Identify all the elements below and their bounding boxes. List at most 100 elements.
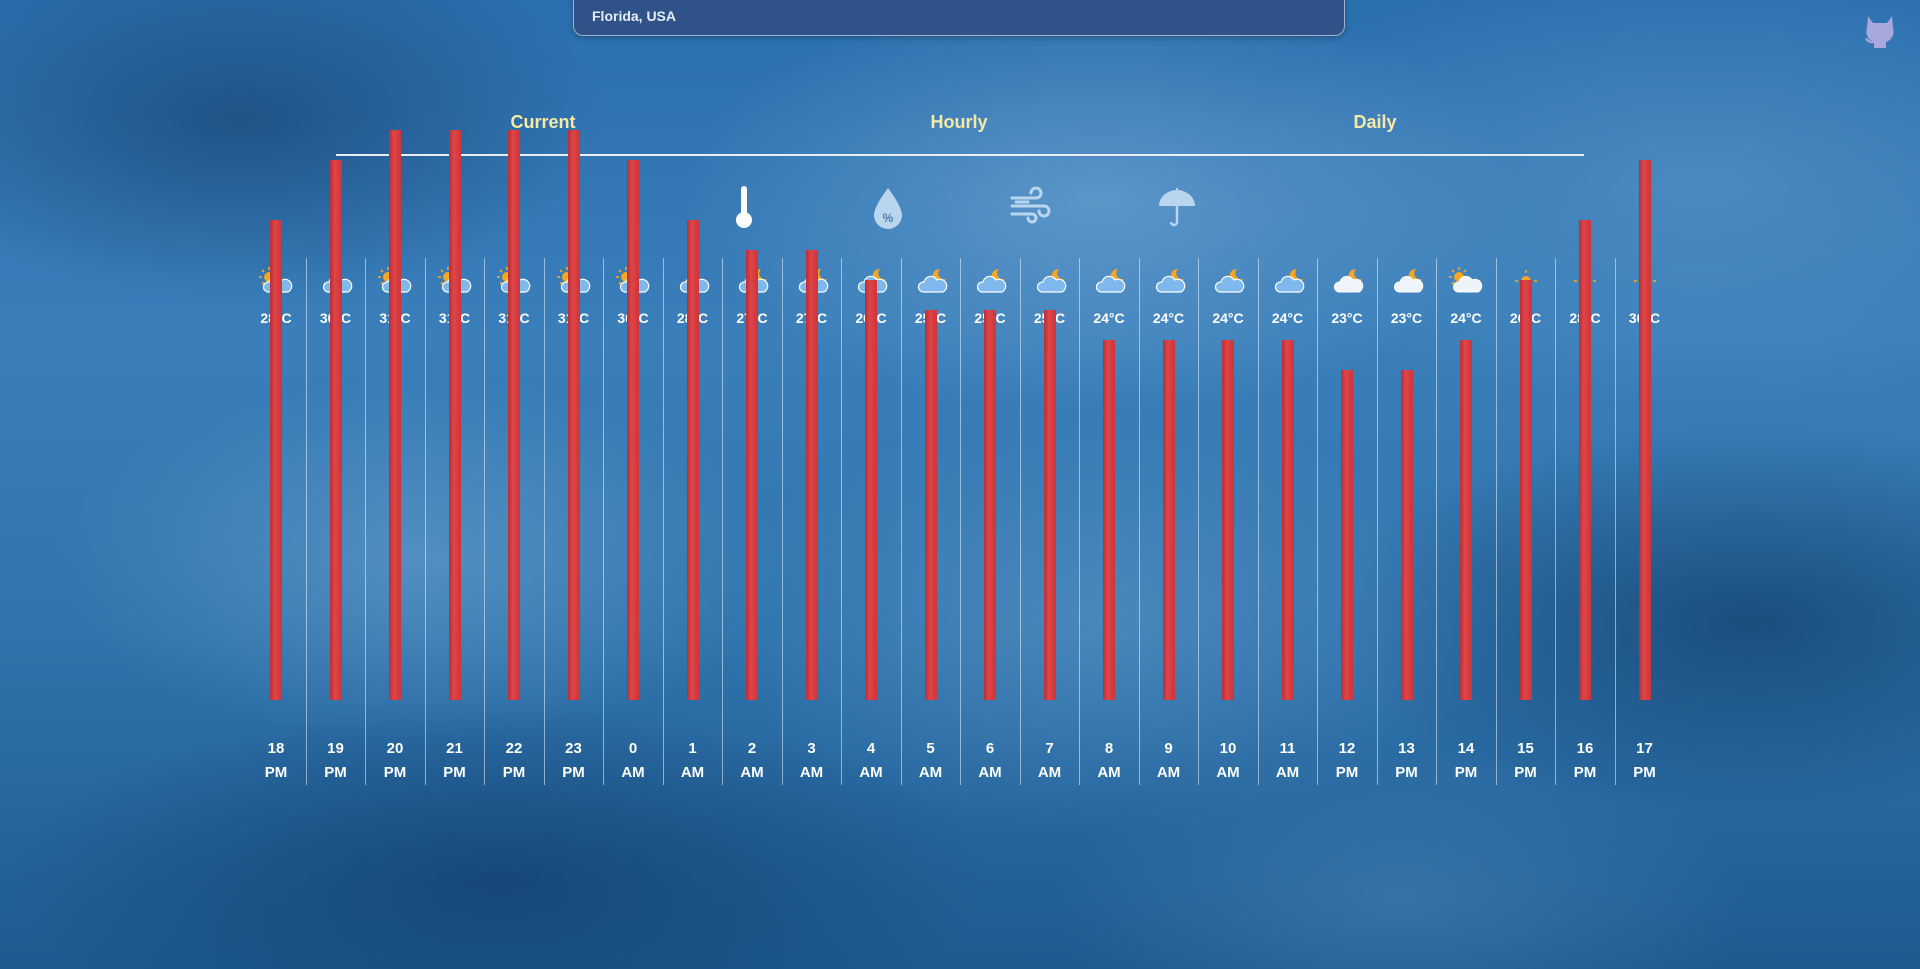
hour-value: 5	[926, 740, 935, 757]
hour-value: 16	[1576, 740, 1594, 757]
hour-value: 20	[386, 740, 404, 757]
column-divider	[1496, 258, 1497, 785]
moon-cloud-light-icon	[1393, 268, 1423, 293]
hour-label: 8 AM	[1083, 737, 1135, 785]
column-divider	[1139, 258, 1140, 785]
hour-label: 3 AM	[786, 737, 838, 785]
temperature-label: 23°C	[1331, 310, 1363, 326]
moon-cloud-icon	[1095, 268, 1126, 293]
hour-label: 13 PM	[1381, 737, 1433, 785]
hour-label: 9 AM	[1143, 737, 1195, 785]
hour-period: PM	[562, 764, 585, 781]
temperature-bar	[1400, 370, 1413, 700]
hour-period: AM	[740, 764, 764, 781]
column-divider	[901, 258, 902, 785]
hour-value: 13	[1398, 740, 1415, 757]
temperature-bar	[865, 280, 877, 700]
column-divider	[425, 258, 426, 785]
hour-period: PM	[383, 764, 407, 781]
column-divider	[484, 258, 485, 785]
temperature-bar	[984, 310, 996, 700]
hour-label: 16 PM	[1559, 737, 1611, 785]
column-divider	[1020, 258, 1021, 785]
moon-cloud-icon	[1274, 268, 1304, 293]
temperature-bar	[1043, 310, 1056, 700]
moon-cloud-icon	[976, 268, 1007, 293]
column-divider	[1377, 258, 1378, 785]
temperature-bar	[270, 220, 282, 700]
temperature-bar	[1638, 160, 1651, 700]
hour-value: 10	[1219, 740, 1237, 757]
column-divider	[603, 258, 604, 785]
column-divider	[1198, 258, 1199, 785]
hour-label: 18 PM	[250, 737, 302, 785]
hour-label: 12 PM	[1321, 737, 1373, 785]
hour-value: 21	[446, 740, 463, 757]
hour-label: 2 AM	[726, 737, 778, 785]
temperature-bar	[508, 130, 520, 700]
temperature-label: 24°C	[1093, 310, 1125, 326]
hour-value: 17	[1636, 740, 1653, 757]
hour-value: 6	[985, 740, 995, 757]
moon-cloud-icon	[1214, 268, 1245, 293]
temperature-bar	[746, 250, 758, 700]
temperature-bar	[1519, 280, 1532, 700]
temperature-bar	[686, 220, 699, 700]
column-divider	[1258, 258, 1259, 785]
hour-value: 15	[1517, 740, 1534, 757]
hour-value: 7	[1045, 740, 1054, 757]
hour-value: 19	[327, 740, 344, 757]
hour-label: 17 PM	[1619, 737, 1671, 785]
hour-label: 6 AM	[964, 737, 1016, 785]
temperature-bar	[627, 160, 639, 700]
hour-period: AM	[680, 764, 705, 781]
temperature-label: 24°C	[1450, 310, 1482, 326]
hour-value: 9	[1164, 740, 1173, 757]
hour-period: AM	[978, 764, 1002, 781]
column-divider	[722, 258, 723, 785]
hour-period: AM	[859, 764, 883, 781]
temperature-bar	[1341, 370, 1353, 700]
hour-period: PM	[502, 764, 526, 781]
moon-cloud-light-icon	[1333, 268, 1364, 293]
hour-period: PM	[324, 764, 347, 781]
hour-period: AM	[1216, 764, 1240, 781]
hour-label: 20 PM	[369, 737, 421, 785]
temperature-label: 24°C	[1212, 310, 1244, 326]
moon-cloud-icon	[1155, 268, 1185, 293]
hour-period: PM	[1335, 764, 1359, 781]
hour-value: 14	[1457, 740, 1475, 757]
column-divider	[544, 258, 545, 785]
hour-period: PM	[264, 764, 288, 781]
temperature-bar	[567, 130, 580, 700]
moon-cloud-icon	[1036, 268, 1066, 293]
temperature-bar	[1103, 340, 1115, 700]
temperature-bar	[924, 310, 937, 700]
column-divider	[960, 258, 961, 785]
hour-label: 21 PM	[429, 737, 481, 785]
hour-label: 14 PM	[1440, 737, 1492, 785]
temperature-bar	[1281, 340, 1294, 700]
hour-value: 23	[565, 740, 582, 757]
hour-value: 8	[1104, 740, 1114, 757]
temperature-bar	[1579, 220, 1591, 700]
hour-label: 5 AM	[905, 737, 957, 785]
temperature-bar	[805, 250, 818, 700]
hour-period: AM	[621, 764, 645, 781]
hour-value: 11	[1279, 740, 1296, 757]
column-divider	[1317, 258, 1318, 785]
hour-label: 0 AM	[607, 737, 659, 785]
temperature-bar	[448, 130, 461, 700]
moon-cloud-icon	[917, 268, 947, 293]
hour-period: PM	[443, 764, 466, 781]
column-divider	[1615, 258, 1616, 785]
hour-period: AM	[1275, 764, 1300, 781]
hour-label: 10 AM	[1202, 737, 1254, 785]
temperature-bar	[1222, 340, 1234, 700]
hour-value: 0	[628, 740, 638, 757]
hour-period: PM	[1573, 764, 1597, 781]
hour-period: AM	[799, 764, 824, 781]
hour-period: PM	[1454, 764, 1478, 781]
column-divider	[1555, 258, 1556, 785]
temperature-bar	[389, 130, 401, 700]
